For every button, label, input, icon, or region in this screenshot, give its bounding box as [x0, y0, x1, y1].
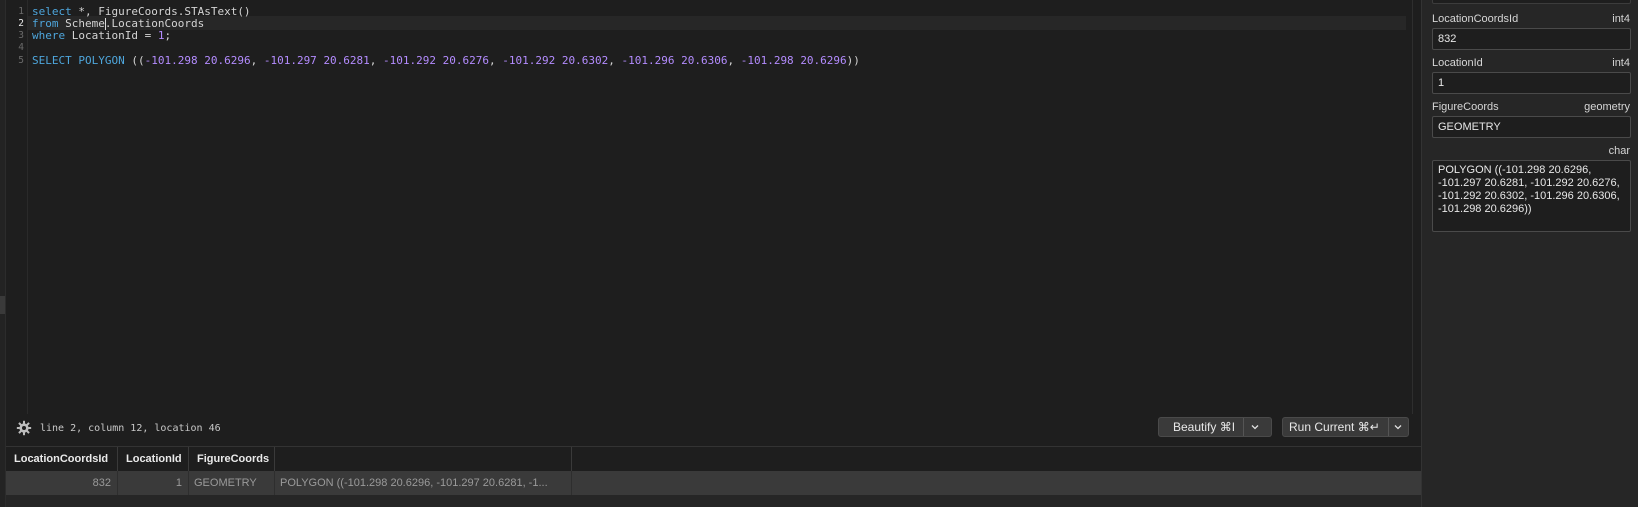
sql-text: )): [846, 54, 860, 67]
beautify-button-group: Beautify ⌘I: [1158, 417, 1272, 437]
sql-keyword: where: [32, 29, 66, 42]
sql-text: ,: [489, 54, 503, 67]
sql-text: ;: [164, 29, 172, 42]
code-line[interactable]: SELECT POLYGON ((-101.298 20.6296, -101.…: [32, 54, 860, 67]
table-cell[interactable]: GEOMETRY: [189, 471, 275, 495]
chevron-down-icon[interactable]: [1389, 418, 1408, 436]
line-number: 4: [18, 42, 24, 53]
results-grid: LocationCoordsId LocationId FigureCoords…: [6, 446, 1421, 507]
column-header[interactable]: FigureCoords: [189, 447, 275, 471]
beautify-button[interactable]: Beautify ⌘I: [1159, 420, 1243, 434]
location-id-field[interactable]: 1: [1432, 72, 1631, 94]
sql-number: 20.6281: [323, 54, 370, 67]
field-type: char: [1608, 145, 1630, 157]
sql-text: ((: [124, 54, 145, 67]
sql-number: 20.6296: [204, 54, 251, 67]
figure-coords-field[interactable]: GEOMETRY: [1432, 116, 1631, 138]
sql-keyword: POLYGON: [78, 54, 125, 67]
run-button-group: Run Current ⌘↵: [1282, 417, 1409, 437]
sql-keyword: SELECT: [32, 54, 72, 67]
sql-number: 20.6276: [442, 54, 490, 67]
previous-field-input[interactable]: [1432, 0, 1631, 4]
field-type: geometry: [1584, 101, 1630, 113]
column-header[interactable]: [275, 447, 572, 471]
column-header[interactable]: LocationId: [118, 447, 189, 471]
sql-editor[interactable]: 1 2 3 4 5 select *, FigureCoords.STAsTex…: [6, 0, 1421, 414]
table-cell[interactable]: POLYGON ((-101.298 20.6296, -101.297 20.…: [275, 471, 572, 495]
sql-text: ,: [608, 54, 622, 67]
field-type: int4: [1612, 57, 1630, 69]
record-detail-panel: LocationCoordsId int4 832 LocationId int…: [1421, 0, 1638, 507]
sql-number: 20.6302: [561, 54, 609, 67]
column-header[interactable]: LocationCoordsId: [6, 447, 118, 471]
field-label: LocationId: [1432, 57, 1483, 69]
cursor-position-text: line 2, column 12, location 46: [40, 423, 221, 434]
location-coords-id-field[interactable]: 832: [1432, 28, 1631, 50]
empty-row: [6, 495, 1421, 507]
table-cell[interactable]: 1: [118, 471, 189, 495]
sql-number: -101.292: [383, 54, 437, 67]
results-header: LocationCoordsId LocationId FigureCoords: [6, 447, 1421, 471]
sql-number: -101.298: [740, 54, 794, 67]
line-number: 5: [18, 55, 24, 66]
sql-text: ,: [250, 54, 264, 67]
sql-number: 20.6306: [681, 54, 728, 67]
sql-number: -101.298: [144, 54, 198, 67]
chevron-down-icon[interactable]: [1244, 418, 1266, 436]
line-number-gutter: 1 2 3 4 5: [6, 0, 28, 414]
table-cell[interactable]: 832: [6, 471, 118, 495]
editor-scrollbar[interactable]: [1412, 0, 1413, 414]
run-current-button[interactable]: Run Current ⌘↵: [1283, 420, 1388, 434]
code-line[interactable]: where LocationId = 1;: [32, 29, 171, 42]
sql-number: -101.296: [621, 54, 675, 67]
table-row[interactable]: 832 1 GEOMETRY POLYGON ((-101.298 20.629…: [6, 471, 1421, 495]
gear-icon[interactable]: [16, 420, 32, 436]
text-cursor: [105, 18, 106, 30]
left-resize-handle[interactable]: [0, 296, 5, 314]
sql-text: LocationId =: [65, 29, 158, 42]
field-label: FigureCoords: [1432, 101, 1499, 113]
field-type: int4: [1612, 13, 1630, 25]
active-line-highlight: [28, 16, 1406, 30]
sql-text: ,: [727, 54, 741, 67]
field-label: LocationCoordsId: [1432, 13, 1519, 25]
sql-number: -101.297: [263, 54, 317, 67]
sql-text: ,: [369, 54, 384, 67]
sql-number: 20.6296: [800, 54, 847, 67]
polygon-text-field[interactable]: POLYGON ((-101.298 20.6296, -101.297 20.…: [1432, 160, 1631, 232]
sql-number: -101.292: [502, 54, 556, 67]
